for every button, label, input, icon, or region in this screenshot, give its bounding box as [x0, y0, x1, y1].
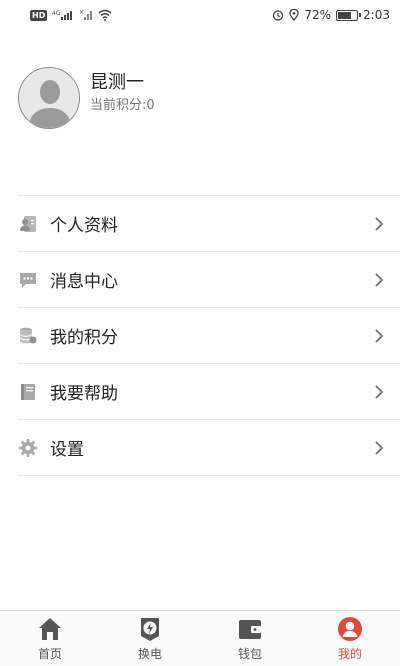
home-icon — [37, 616, 63, 642]
book-icon — [18, 382, 38, 402]
tab-battery-swap[interactable]: 换电 — [100, 611, 200, 666]
menu-item-label: 我要帮助 — [50, 384, 118, 404]
menu-item-label: 消息中心 — [50, 272, 118, 292]
status-time: 2:03 — [363, 8, 390, 22]
menu-item-help[interactable]: 我要帮助 — [18, 364, 400, 420]
chevron-right-icon — [374, 216, 384, 232]
svg-text:×: × — [79, 9, 84, 16]
status-bar-left: HD 4G × — [30, 9, 112, 21]
battery-icon — [336, 9, 362, 21]
signal-icon: 4G — [52, 9, 74, 21]
tab-home[interactable]: 首页 — [0, 611, 100, 666]
status-bar-right: 72% 2:03 — [272, 8, 390, 22]
battery-swap-icon — [137, 616, 163, 642]
tab-label: 钱包 — [237, 646, 262, 661]
profile-text: 昆测一 当前积分:0 — [90, 72, 155, 116]
hd-badge: HD — [30, 9, 48, 21]
menu-item-label: 我的积分 — [50, 328, 118, 348]
coin-stack-icon — [18, 326, 38, 346]
contact-card-icon — [18, 214, 38, 234]
tab-label: 首页 — [37, 646, 62, 661]
menu-item-settings[interactable]: 设置 — [18, 420, 400, 476]
chevron-right-icon — [374, 384, 384, 400]
signal-no-sim-icon: × — [79, 9, 93, 21]
profile-points: 当前积分:0 — [90, 98, 155, 113]
profile-name: 昆测一 — [90, 72, 144, 93]
bottom-tab-bar: 首页 换电 钱包 我的 — [0, 610, 400, 666]
alarm-icon — [272, 9, 284, 21]
avatar[interactable] — [18, 67, 80, 129]
svg-text:4G: 4G — [52, 10, 61, 17]
menu-list: 个人资料 消息中心 我的积分 我要帮助 设置 — [18, 195, 400, 476]
profile-header[interactable]: 昆测一 当前积分:0 — [18, 66, 384, 130]
status-bar: HD 4G × 72% 2:03 — [0, 0, 400, 30]
user-circle-icon — [337, 616, 363, 642]
chevron-right-icon — [374, 440, 384, 456]
tab-mine[interactable]: 我的 — [300, 611, 400, 666]
tab-wallet[interactable]: 钱包 — [200, 611, 300, 666]
gear-icon — [18, 438, 38, 458]
chat-bubble-icon — [18, 270, 38, 290]
tab-label: 我的 — [337, 646, 362, 661]
chevron-right-icon — [374, 328, 384, 344]
battery-percent: 72% — [304, 8, 332, 22]
menu-item-label: 个人资料 — [50, 216, 118, 236]
location-icon — [289, 9, 300, 21]
menu-item-label: 设置 — [50, 440, 84, 460]
default-avatar-icon — [19, 68, 79, 128]
menu-item-points[interactable]: 我的积分 — [18, 308, 400, 364]
chevron-right-icon — [374, 272, 384, 288]
wifi-icon — [98, 9, 112, 21]
menu-item-profile[interactable]: 个人资料 — [18, 196, 400, 252]
menu-item-messages[interactable]: 消息中心 — [18, 252, 400, 308]
wallet-icon — [237, 616, 263, 642]
tab-label: 换电 — [137, 646, 162, 661]
